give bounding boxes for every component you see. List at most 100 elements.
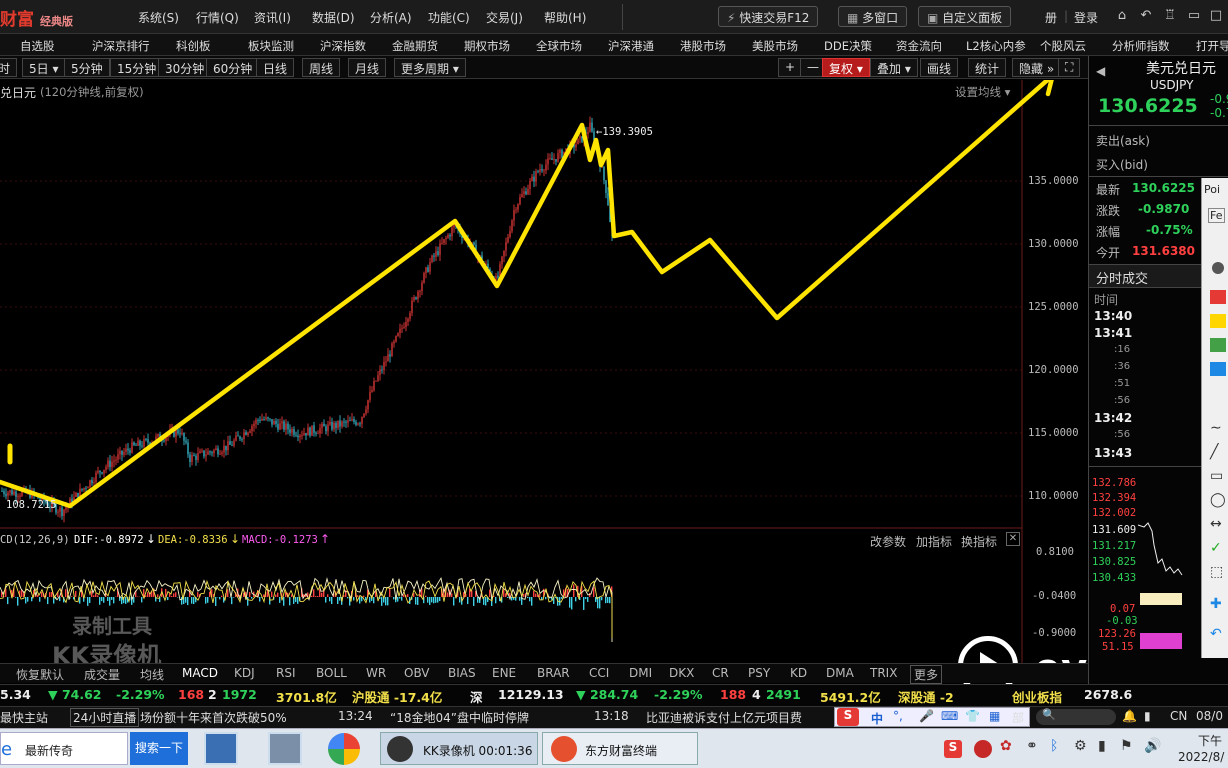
menu-quotes[interactable]: 行情(Q) [196, 9, 239, 26]
color-yellow-icon[interactable] [1210, 314, 1226, 328]
menu-system[interactable]: 系统(S) [138, 9, 179, 26]
nav-us[interactable]: 美股市场 [752, 38, 798, 54]
nav-connect[interactable]: 沪深港通 [608, 38, 654, 54]
nav-star-market[interactable]: 科创板 [176, 38, 211, 54]
ime-lang[interactable]: CN [1170, 709, 1187, 723]
stats-button[interactable]: 统计 [968, 58, 1007, 77]
indicator-tab[interactable]: BRAR [537, 666, 570, 680]
register-link[interactable]: 册 [1045, 9, 1057, 26]
indicator-tab[interactable]: OBV [404, 666, 430, 680]
curve-tool-icon[interactable]: ∼ [1210, 420, 1222, 436]
minimize-icon[interactable]: ▭ [1186, 8, 1202, 24]
prev-quote-icon[interactable]: ◀ [1096, 64, 1105, 78]
brush-size-icon[interactable] [1212, 262, 1224, 274]
nav-options[interactable]: 期权市场 [464, 38, 510, 54]
tray-app-icon[interactable]: ✿ [1000, 738, 1012, 754]
fullscreen-icon[interactable]: ⛶ [1058, 58, 1081, 77]
color-blue-icon[interactable] [1210, 362, 1226, 376]
indicator-tab[interactable]: DKX [669, 666, 694, 680]
period-5day[interactable]: 5日 ▾ [22, 58, 66, 77]
rect-tool-icon[interactable]: ▭ [1210, 468, 1223, 484]
ellipse-tool-icon[interactable]: ◯ [1210, 492, 1226, 508]
indicator-tab[interactable]: BOLL [316, 666, 347, 680]
flag-icon[interactable]: ⚑ [1120, 738, 1133, 754]
search-input[interactable]: 🔍 [1036, 708, 1116, 725]
menu-trade[interactable]: 交易(J) [486, 9, 523, 26]
indicator-tab[interactable]: 恢复默认 [16, 666, 64, 683]
search-button[interactable]: 搜索一下 [130, 732, 188, 765]
bell-icon[interactable]: 🔔 [1122, 709, 1137, 723]
news-item[interactable]: 场份额十年来首次跌破50% [140, 709, 287, 726]
draw-line-button[interactable]: 画线 [920, 58, 959, 77]
chrome-icon[interactable] [328, 733, 360, 765]
period-30min[interactable]: 30分钟 [158, 58, 212, 77]
eastmoney-task[interactable]: 东方财富终端 [542, 732, 698, 765]
color-green-icon[interactable] [1210, 338, 1226, 352]
color-red-icon[interactable] [1210, 290, 1226, 304]
punct-icon[interactable]: °, [893, 709, 903, 723]
nav-ranking[interactable]: 沪深京排行 [92, 38, 150, 54]
security-icon[interactable]: ⚙ [1074, 738, 1087, 754]
nav-stock-wind[interactable]: 个股风云 [1040, 38, 1086, 54]
nav-watchlist[interactable]: 自选股 [20, 38, 55, 54]
multi-window-button[interactable]: ▦ 多窗口 [838, 6, 908, 27]
nav-index[interactable]: 沪深指数 [320, 38, 366, 54]
indicator-tab[interactable]: KDJ [234, 666, 255, 680]
sogou-tray-icon[interactable]: S [944, 740, 962, 758]
period-intraday[interactable]: 时 [0, 58, 18, 77]
fastest-server-label[interactable]: 最快主站 [0, 709, 48, 726]
indicator-tab[interactable]: DMI [629, 666, 652, 680]
live-24h-button[interactable]: 24小时直播 [70, 708, 140, 727]
undo-icon[interactable]: ↶ [1210, 626, 1222, 642]
kk-recorder-task[interactable]: KK录像机 00:01:36 [380, 732, 538, 765]
indicator-tab[interactable]: PSY [748, 666, 770, 680]
kline-chart[interactable] [0, 80, 1088, 665]
quick-trade-button[interactable]: ⚡ 快速交易F12 [718, 6, 819, 27]
add-indicator-link[interactable]: 加指标 [916, 533, 952, 550]
period-more[interactable]: 更多周期 ▾ [394, 58, 466, 77]
skin-icon[interactable]: ♖ [1162, 8, 1178, 24]
indicator-tab[interactable]: RSI [276, 666, 296, 680]
menu-analysis[interactable]: 分析(A) [370, 9, 412, 26]
news-item[interactable]: “18金地04”盘中临时停牌 [390, 709, 529, 726]
check-icon[interactable]: ✓ [1210, 540, 1222, 556]
indicator-tab[interactable]: 成交量 [84, 666, 120, 683]
indicator-tab[interactable]: ENE [492, 666, 516, 680]
skin-icon[interactable]: 👕 [965, 709, 980, 723]
home-icon[interactable]: ⌂ [1114, 8, 1130, 24]
nav-dde[interactable]: DDE决策 [824, 38, 872, 54]
custom-panel-button[interactable]: ▣ 自定义面板 [918, 6, 1012, 27]
line-tool-icon[interactable]: ╱ [1210, 444, 1218, 460]
select-tool-icon[interactable]: ⬚ [1210, 564, 1223, 580]
ma-settings-link[interactable]: 设置均线 ▾ [955, 84, 1010, 100]
network-icon[interactable]: ▮ [1098, 738, 1106, 754]
nav-sector-monitor[interactable]: 板块监测 [248, 38, 294, 54]
indicator-tab[interactable]: TRIX [870, 666, 897, 680]
tray-app-icon[interactable] [974, 740, 992, 758]
more-indicators-button[interactable]: 更多 [910, 665, 943, 684]
period-daily[interactable]: 日线 [256, 58, 295, 77]
login-link[interactable]: 登录 [1074, 9, 1098, 26]
period-monthly[interactable]: 月线 [348, 58, 387, 77]
indicator-tab[interactable]: WR [366, 666, 386, 680]
switch-indicator-link[interactable]: 换指标 [961, 533, 997, 550]
indicator-tab-selected[interactable]: MACD [182, 666, 218, 680]
keyboard-icon[interactable]: ⌨ [941, 709, 958, 723]
indicator-tab[interactable]: CR [712, 666, 729, 680]
news-item[interactable]: 比亚迪被诉支付上亿元项目费 [646, 709, 802, 726]
indicator-tab[interactable]: 均线 [140, 666, 164, 683]
browser-task[interactable]: e 最新传奇 [0, 732, 128, 765]
menu-help[interactable]: 帮助(H) [544, 9, 586, 26]
nav-hk[interactable]: 港股市场 [680, 38, 726, 54]
menu-news[interactable]: 资讯(I) [254, 9, 291, 26]
menu-data[interactable]: 数据(D) [312, 9, 355, 26]
overlay-button[interactable]: 叠加 ▾ [870, 58, 918, 77]
volume-icon[interactable]: 🔊 [1144, 738, 1161, 754]
nav-futures[interactable]: 金融期货 [392, 38, 438, 54]
indicator-tab[interactable]: DMA [826, 666, 854, 680]
bluetooth-icon[interactable]: ᛒ [1050, 738, 1058, 754]
ime-mode[interactable]: 中 [871, 710, 883, 727]
nav-l2[interactable]: L2核心内参 [966, 38, 1026, 54]
period-weekly[interactable]: 周线 [302, 58, 341, 77]
period-15min[interactable]: 15分钟 [110, 58, 164, 77]
